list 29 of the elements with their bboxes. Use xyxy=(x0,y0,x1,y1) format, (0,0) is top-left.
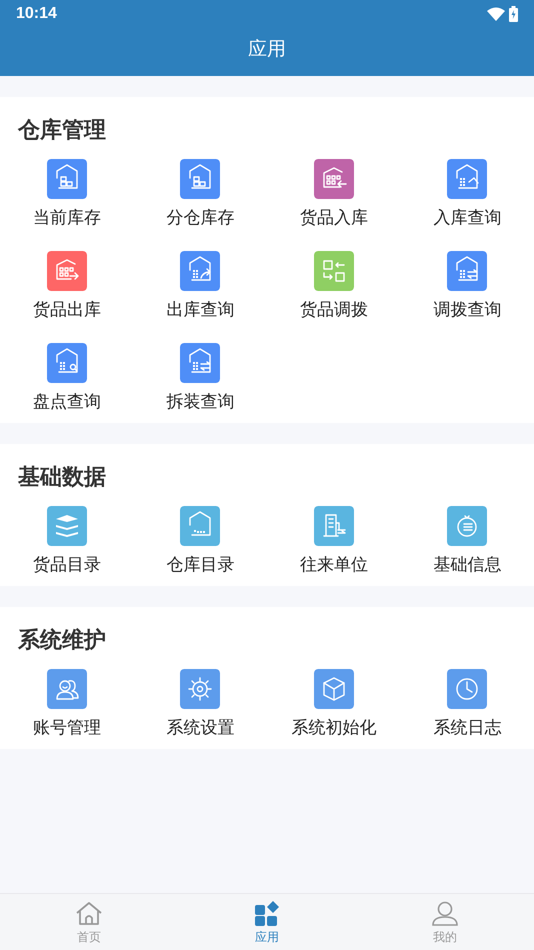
status-time: 10:14 xyxy=(16,4,57,24)
section-title: 仓库管理 xyxy=(16,116,107,144)
home-icon xyxy=(75,901,103,927)
menu-item[interactable]: 盘点查询 xyxy=(0,343,134,413)
wifi-icon xyxy=(487,7,505,21)
menu-item[interactable]: 系统日志 xyxy=(400,669,534,739)
menu-item[interactable]: 出库查询 xyxy=(134,251,267,321)
menu-item[interactable]: 仓库目录 xyxy=(134,506,267,576)
menu-item[interactable]: 货品出库 xyxy=(0,251,134,321)
nav-tab[interactable]: 应用 xyxy=(178,894,356,950)
menu-item[interactable]: 货品入库 xyxy=(267,159,400,229)
menu-item[interactable]: 拆装查询 xyxy=(134,343,267,413)
menu-item[interactable]: 当前库存 xyxy=(0,159,134,229)
menu-item[interactable]: 货品目录 xyxy=(0,506,134,576)
section-title: 系统维护 xyxy=(16,626,107,654)
page-title: 应用 xyxy=(247,38,287,62)
menu-item[interactable]: 系统设置 xyxy=(134,669,267,739)
profile-icon xyxy=(431,901,459,927)
menu-item[interactable]: 入库查询 xyxy=(400,159,534,229)
menu-item[interactable]: 往来单位 xyxy=(267,506,400,576)
menu-item[interactable]: 货品调拨 xyxy=(267,251,400,321)
battery-icon xyxy=(509,6,518,22)
section-title: 基础数据 xyxy=(17,463,107,491)
apps-icon xyxy=(253,901,281,927)
menu-item[interactable]: 账号管理 xyxy=(0,669,134,739)
menu-item[interactable]: 系统初始化 xyxy=(267,669,400,739)
menu-item[interactable]: 分仓库存 xyxy=(134,159,267,229)
menu-item[interactable]: 调拨查询 xyxy=(400,251,534,321)
menu-item[interactable]: 基础信息 xyxy=(400,506,534,576)
